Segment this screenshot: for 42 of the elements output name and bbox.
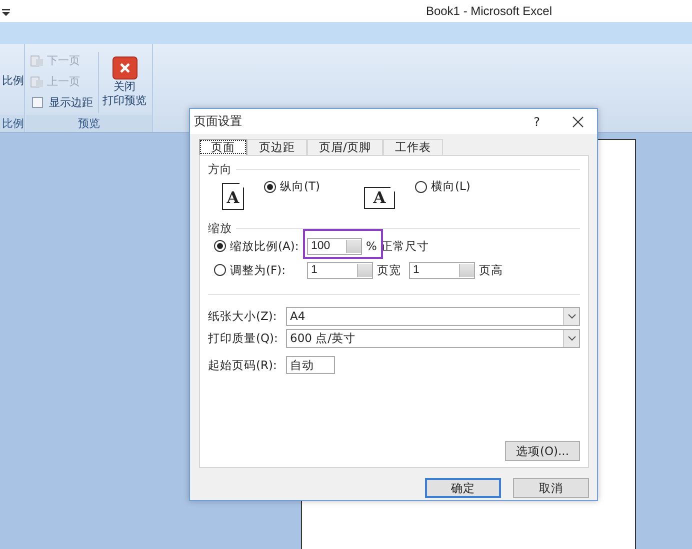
close-icon[interactable]	[572, 116, 584, 128]
percent-spinbox[interactable]: 100	[307, 238, 362, 254]
page-icon	[30, 54, 44, 66]
page-icon: A	[364, 187, 395, 209]
radio-button[interactable]: 调整为(F):	[214, 262, 307, 278]
radio-button[interactable]: 缩放比例(A):	[214, 238, 307, 254]
ribbon-button[interactable]: 比例	[2, 44, 24, 115]
section-label: 方向	[208, 162, 232, 177]
ribbon-group: 下一页 上一页 显示边距 关闭 打印预览 预览	[26, 44, 153, 132]
dropdown-field[interactable]: A4	[286, 306, 580, 326]
radio-button[interactable]: 横向(L)	[415, 179, 470, 194]
dialog-button[interactable]: 取消	[513, 478, 589, 498]
unit-label: %	[366, 239, 377, 253]
dialog-button[interactable]: 确定	[425, 478, 501, 498]
tab[interactable]: 页眉/页脚	[307, 139, 383, 155]
pages-tall-spinbox[interactable]: 1	[409, 262, 475, 278]
unit-label: 页宽	[377, 262, 401, 278]
dropdown-field[interactable]: 600 点/英寸	[286, 328, 580, 348]
pages-wide-spinbox[interactable]: 1	[307, 262, 373, 278]
page-icon: A	[222, 183, 244, 210]
tab[interactable]: 页面	[199, 139, 247, 155]
section-label: 缩放	[208, 221, 232, 236]
page-icon	[30, 76, 44, 88]
field-label: 纸张大小(Z):	[208, 308, 278, 324]
options-button[interactable]: 选项(O)...	[505, 441, 580, 461]
help-button[interactable]: ?	[534, 114, 540, 128]
tab[interactable]: 工作表	[382, 139, 443, 155]
ribbon-group: 比例 比例	[0, 44, 25, 132]
window-title: Book1 - Microsoft Excel	[426, 4, 552, 18]
customize-icon[interactable]	[2, 8, 10, 16]
chevron-down-icon	[568, 336, 576, 340]
unit-label: 页高	[479, 262, 503, 278]
close-icon	[112, 56, 138, 80]
margins-checkbox[interactable]: 显示边距	[28, 92, 98, 113]
tab[interactable]: 页边距	[247, 139, 307, 155]
field-label: 起始页码(R):	[208, 358, 278, 372]
radio-button[interactable]: 纵向(T)	[264, 179, 320, 194]
dialog-title: 页面设置	[194, 113, 243, 130]
chevron-down-icon	[568, 314, 576, 318]
input-field[interactable]: 自动	[286, 356, 335, 374]
field-label: 打印质量(Q):	[208, 330, 279, 346]
ribbon-button[interactable]: 关闭 打印预览	[98, 52, 150, 113]
